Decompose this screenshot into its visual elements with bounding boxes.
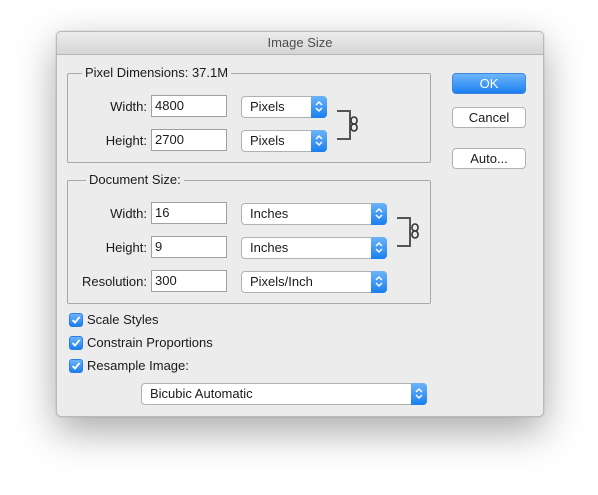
pixel-height-label: Height:	[105, 133, 147, 148]
document-width-unit-value: Inches	[250, 206, 289, 221]
resample-image-checkbox[interactable]	[69, 359, 83, 373]
resolution-unit-value: Pixels/Inch	[250, 274, 313, 289]
checkmark-icon	[71, 316, 81, 324]
checkmark-icon	[71, 339, 81, 347]
document-height-field[interactable]: 9	[151, 236, 227, 258]
pixel-width-unit-select[interactable]: Pixels	[241, 96, 327, 118]
image-size-dialog: Image Size Pixel Dimensions: 37.1M Width…	[56, 31, 544, 417]
window-title: Image Size	[57, 32, 543, 55]
pixel-dimensions-legend: Pixel Dimensions: 37.1M	[82, 65, 232, 81]
up-down-arrows-icon	[371, 271, 387, 293]
up-down-arrows-icon	[371, 237, 387, 259]
resample-method-select[interactable]: Bicubic Automatic	[141, 383, 427, 405]
up-down-arrows-icon	[411, 383, 427, 405]
document-height-unit-value: Inches	[250, 240, 289, 255]
document-link-bracket	[397, 217, 411, 247]
resolution-field[interactable]: 300	[151, 270, 227, 292]
pixel-width-unit-value: Pixels	[250, 99, 285, 114]
document-size-legend: Document Size:	[86, 172, 184, 188]
up-down-arrows-icon	[311, 96, 327, 118]
document-width-label: Width:	[110, 206, 147, 221]
document-width-unit-select[interactable]: Inches	[241, 203, 387, 225]
pixel-height-field[interactable]: 2700	[151, 129, 227, 151]
pixel-width-field[interactable]: 4800	[151, 95, 227, 117]
pixel-height-unit-value: Pixels	[250, 133, 285, 148]
constrain-proportions-label[interactable]: Constrain Proportions	[87, 335, 213, 351]
auto-button[interactable]: Auto...	[452, 148, 526, 169]
resample-method-value: Bicubic Automatic	[150, 386, 253, 401]
up-down-arrows-icon	[371, 203, 387, 225]
pixel-height-unit-select[interactable]: Pixels	[241, 130, 327, 152]
pixel-width-label: Width:	[110, 99, 147, 114]
resample-image-label[interactable]: Resample Image:	[87, 358, 189, 374]
document-width-field[interactable]: 16	[151, 202, 227, 224]
checkmark-icon	[71, 362, 81, 370]
resolution-unit-select[interactable]: Pixels/Inch	[241, 271, 387, 293]
scale-styles-label[interactable]: Scale Styles	[87, 312, 159, 328]
ok-button[interactable]: OK	[452, 73, 526, 94]
pixel-dimensions-label: Pixel Dimensions:	[85, 65, 189, 80]
constrain-proportions-checkbox[interactable]	[69, 336, 83, 350]
link-chain-icon[interactable]	[410, 223, 420, 239]
scale-styles-checkbox[interactable]	[69, 313, 83, 327]
document-height-unit-select[interactable]: Inches	[241, 237, 387, 259]
up-down-arrows-icon	[311, 130, 327, 152]
link-chain-icon[interactable]	[349, 116, 359, 132]
pixel-dimensions-size: 37.1M	[191, 65, 229, 80]
cancel-button[interactable]: Cancel	[452, 107, 526, 128]
document-height-label: Height:	[105, 240, 147, 255]
resolution-label: Resolution:	[81, 274, 147, 289]
